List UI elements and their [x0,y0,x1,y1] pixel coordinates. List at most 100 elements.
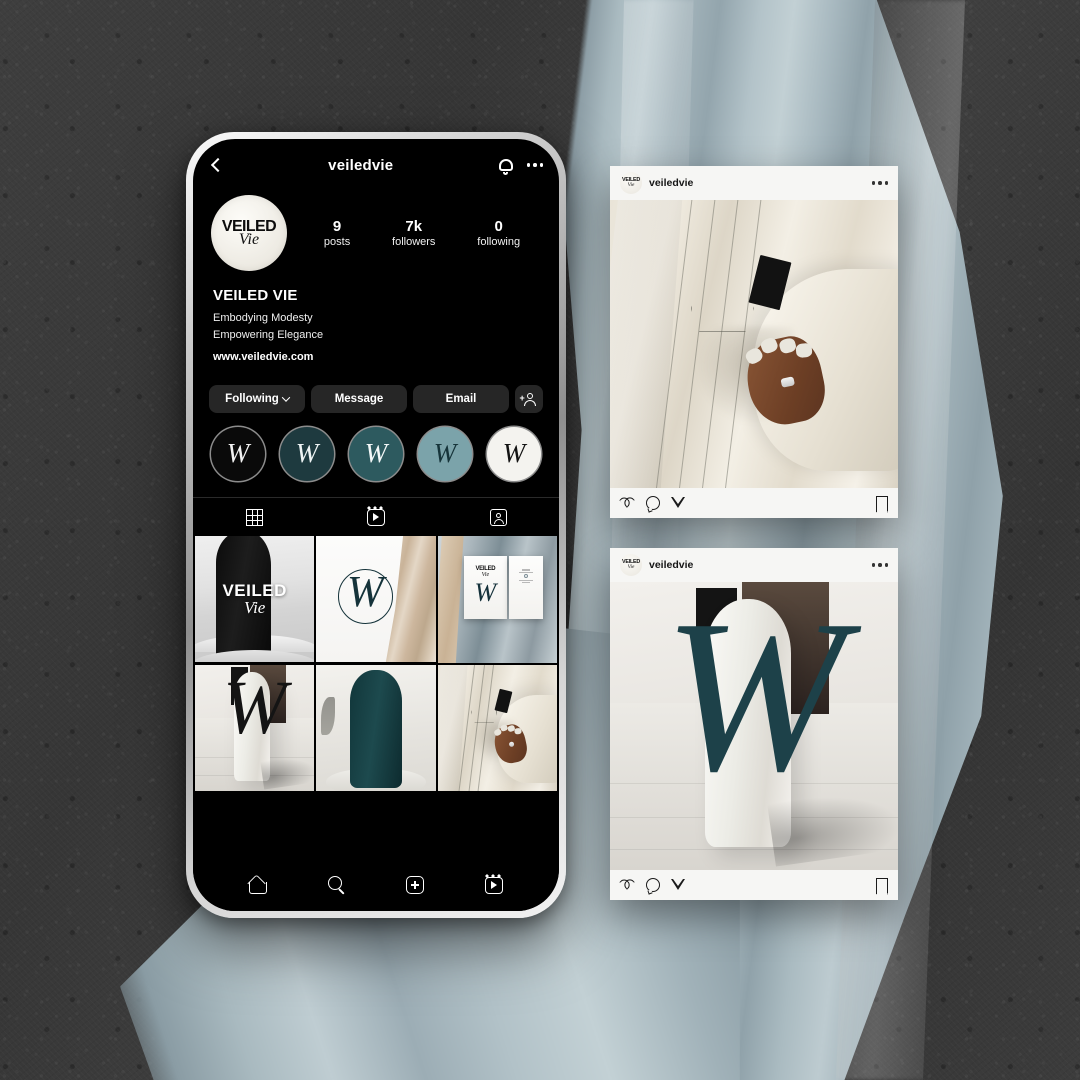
tab-grid[interactable] [193,498,315,536]
comment-icon[interactable] [646,878,660,892]
tagged-icon [489,508,507,526]
profile-summary-row: VEILED Vie 9 posts 7k followers 0 follow… [193,191,559,271]
post-overlay: VEILED Vie [195,536,314,662]
highlight-monogram: W [433,437,457,468]
more-options-icon[interactable] [871,181,888,185]
add-person-icon: + [520,392,537,406]
reels-icon[interactable] [484,873,503,894]
brandcard-line2: Vie [481,571,490,578]
avatar-brand-line2: Vie [238,230,260,248]
profile-topbar: veiledvie [193,139,559,191]
post-header: VEILED Vie veiledvie [610,548,898,582]
grid-icon [245,508,263,526]
overlay-monogram: W [223,665,287,750]
stat-followers-value: 7k [405,218,423,236]
post-username[interactable]: veiledvie [649,177,865,189]
profile-action-row: Following Message Email + [193,363,559,413]
stat-posts[interactable]: 9 posts [324,218,350,247]
post-action-bar [610,870,898,900]
chevron-down-icon [281,393,291,402]
reels-icon [366,505,385,526]
post-image: W [195,664,315,791]
post-image [316,664,436,791]
grid-post-5[interactable] [316,664,436,791]
heart-icon[interactable] [620,878,635,892]
grid-post-2[interactable]: W [316,536,436,663]
highlight-monogram: W [226,437,250,468]
overlay-monogram: W [663,582,845,817]
story-highlight-1[interactable]: W [211,427,265,481]
avatar[interactable]: VEILED Vie [620,172,642,194]
profile-bio: VEILED VIE Embodying Modesty Empowering … [193,271,559,363]
feed-post-card-2: VEILED Vie veiledvie W [610,548,898,900]
feed-post-card-1: VEILED Vie veiledvie [610,166,898,518]
avatar-brand-line2: Vie [627,181,635,188]
stat-followers[interactable]: 7k followers [392,218,435,247]
bookmark-icon[interactable] [876,877,888,893]
bookmark-icon[interactable] [876,495,888,511]
phone-mockup: veiledvie VEILED Vie 9 posts 7k follower… [186,132,566,918]
avatar[interactable]: VEILED Vie [620,554,642,576]
tab-reels[interactable] [315,498,437,536]
email-button-label: Email [445,393,477,405]
spec-card [509,556,543,620]
grid-post-3[interactable]: VEILED Vie W [437,536,557,663]
story-highlight-3[interactable]: W [349,427,403,481]
send-icon[interactable] [671,496,686,510]
message-button[interactable]: Message [311,385,407,413]
stat-following[interactable]: 0 following [477,218,520,247]
following-button[interactable]: Following [209,385,305,413]
profile-display-name: VEILED VIE [213,287,298,304]
phone-screen: veiledvie VEILED Vie 9 posts 7k follower… [193,139,559,911]
story-highlight-5[interactable]: W [487,427,541,481]
post-image: VEILED Vie W [437,536,557,663]
profile-tabs [193,497,559,536]
stat-following-value: 0 [494,218,503,236]
bio-tagline-1: Embodying Modesty [213,312,313,324]
message-button-label: Message [334,393,384,405]
story-highlight-2[interactable]: W [280,427,334,481]
post-image[interactable]: W [610,582,898,870]
heart-icon[interactable] [620,496,635,510]
following-button-label: Following [225,393,279,405]
more-options-icon[interactable] [871,563,888,567]
post-username[interactable]: veiledvie [649,559,865,571]
grid-post-6[interactable] [437,664,557,791]
tab-tagged[interactable] [437,498,559,536]
bio-tagline-2: Empowering Elegance [213,328,324,341]
post-image[interactable] [610,200,898,488]
send-icon[interactable] [671,878,686,892]
overlay-wordmark-bottom: Vie [243,597,266,617]
post-action-bar [610,488,898,518]
bio-website-link[interactable]: www.veiledvie.com [213,351,539,363]
highlight-monogram: W [295,437,319,468]
grid-post-1[interactable]: VEILED Vie [195,536,315,663]
search-icon[interactable] [327,876,346,894]
stat-posts-value: 9 [332,218,342,236]
home-icon[interactable] [249,877,268,894]
highlight-monogram: W [364,437,388,468]
bell-icon[interactable] [498,158,513,175]
avatar[interactable]: VEILED Vie [211,195,287,271]
more-options-icon[interactable] [526,163,543,167]
comment-icon[interactable] [646,496,660,510]
post-image [437,664,557,791]
bottom-navigation-bar [193,859,559,911]
add-person-button[interactable]: + [515,385,543,413]
email-button[interactable]: Email [413,385,509,413]
post-image: W [316,536,436,663]
page-title: veiledvie [328,156,394,174]
post-header: VEILED Vie veiledvie [610,166,898,200]
highlight-monogram: W [502,437,526,468]
stat-following-label: following [477,235,521,248]
grid-post-4[interactable]: W [195,664,315,791]
story-highlight-4[interactable]: W [418,427,472,481]
overlay-monogram: W [346,566,384,616]
add-post-icon[interactable] [406,876,425,894]
stat-followers-label: followers [392,235,436,248]
profile-stats: 9 posts 7k followers 0 following [297,218,541,247]
brandcard-monogram: W [474,577,497,607]
story-highlights-row: W W W W W [193,413,559,481]
stat-posts-label: posts [323,235,351,248]
post-grid: VEILED Vie W VEILED Vie W W [193,536,559,791]
